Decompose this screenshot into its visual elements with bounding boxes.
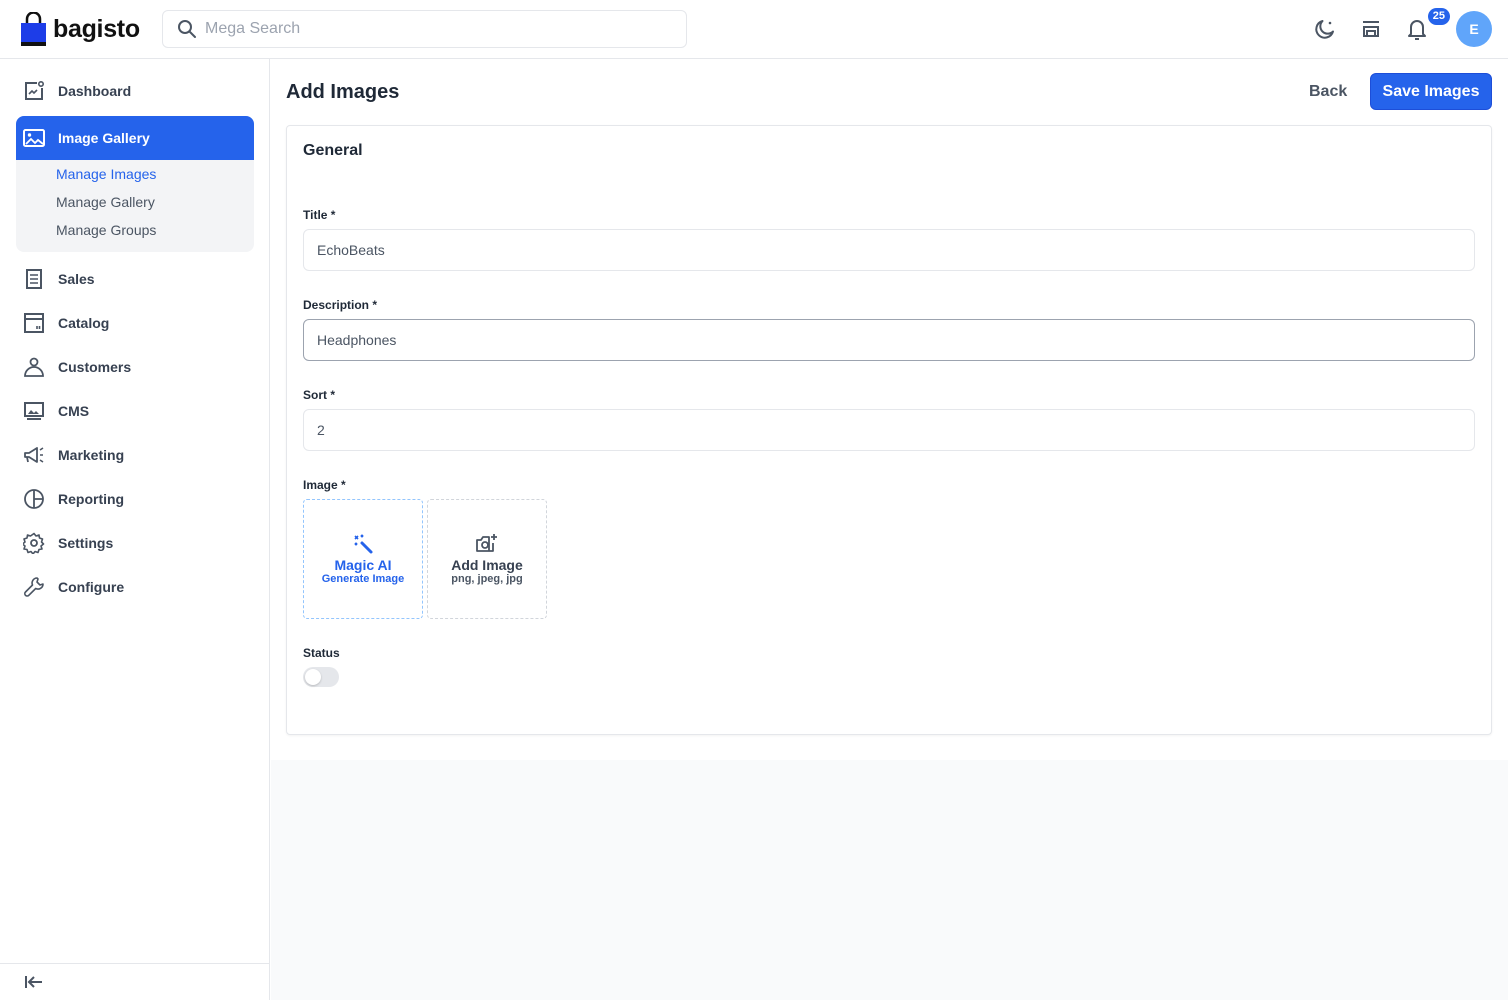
magic-ai-title: Magic AI xyxy=(334,557,392,573)
image-label: Image * xyxy=(303,478,346,492)
notifications-button[interactable]: 25 xyxy=(1404,8,1450,42)
title-label: Title * xyxy=(303,208,336,222)
sort-label: Sort * xyxy=(303,388,336,402)
section-title: General xyxy=(303,142,363,159)
notification-badge: 25 xyxy=(1427,8,1450,25)
sidebar-item-marketing[interactable]: Marketing xyxy=(16,435,254,475)
sales-icon xyxy=(22,267,46,291)
cms-icon xyxy=(22,399,46,423)
image-gallery-submenu: Manage Images Manage Gallery Manage Grou… xyxy=(16,160,254,252)
sidebar-item-dashboard[interactable]: Dashboard xyxy=(16,71,254,111)
sidebar-item-label: Dashboard xyxy=(58,83,132,99)
catalog-icon xyxy=(22,311,46,335)
moon-icon xyxy=(1315,20,1334,39)
bell-icon xyxy=(1408,20,1426,40)
mega-search[interactable] xyxy=(162,10,687,48)
chart-pie-icon xyxy=(22,487,46,511)
brand-logo[interactable]: bagisto xyxy=(20,12,140,46)
magic-ai-subtitle: Generate Image xyxy=(321,573,405,585)
sidebar-item-label: CMS xyxy=(58,403,90,419)
wrench-icon xyxy=(22,575,46,599)
storefront-button[interactable] xyxy=(1358,16,1384,42)
submenu-manage-images[interactable]: Manage Images xyxy=(16,166,254,194)
camera-plus-icon xyxy=(476,534,497,552)
title-input[interactable] xyxy=(303,229,1475,271)
sidebar: Dashboard Image Gallery Manage Images Ma… xyxy=(0,59,270,1000)
brand-name: bagisto xyxy=(53,14,140,43)
submenu-manage-groups[interactable]: Manage Groups xyxy=(16,222,254,250)
search-input[interactable] xyxy=(205,20,665,38)
sidebar-item-label: Reporting xyxy=(58,491,125,507)
sidebar-item-label: Configure xyxy=(58,579,125,595)
magic-ai-generate-button[interactable]: Magic AI Generate Image xyxy=(303,499,423,619)
add-image-button[interactable]: Add Image png, jpeg, jpg xyxy=(427,499,547,619)
sidebar-item-label: Image Gallery xyxy=(58,130,150,146)
add-image-title: Add Image xyxy=(451,557,523,573)
sidebar-item-label: Catalog xyxy=(58,315,110,331)
sidebar-item-sales[interactable]: Sales xyxy=(16,259,254,299)
bag-logo-icon xyxy=(21,12,46,46)
main-content: Add Images Back Save Images General Titl… xyxy=(271,59,1508,1000)
megaphone-icon xyxy=(22,443,46,467)
image-icon xyxy=(22,126,46,150)
collapse-sidebar-button[interactable] xyxy=(0,963,269,1000)
sidebar-item-label: Sales xyxy=(58,271,95,287)
submenu-manage-gallery[interactable]: Manage Gallery xyxy=(16,194,254,222)
user-avatar[interactable]: E xyxy=(1456,11,1492,47)
toggle-knob xyxy=(305,669,321,685)
customers-icon xyxy=(22,355,46,379)
sidebar-item-label: Marketing xyxy=(58,447,125,463)
description-input[interactable] xyxy=(303,319,1475,361)
sort-input[interactable] xyxy=(303,409,1475,451)
search-icon xyxy=(178,20,196,38)
add-image-formats: png, jpeg, jpg xyxy=(451,573,523,585)
storefront-icon xyxy=(1363,21,1379,37)
description-label: Description * xyxy=(303,298,378,312)
gear-icon xyxy=(22,531,46,555)
top-header: bagisto 25 E xyxy=(0,0,1508,59)
sidebar-item-label: Customers xyxy=(58,359,132,375)
save-images-button[interactable]: Save Images xyxy=(1370,73,1492,110)
sidebar-item-settings[interactable]: Settings xyxy=(16,523,254,563)
dashboard-icon xyxy=(22,79,46,103)
status-label: Status xyxy=(303,646,340,660)
magic-wand-icon xyxy=(354,534,373,554)
sidebar-item-configure[interactable]: Configure xyxy=(16,567,254,607)
sidebar-item-image-gallery[interactable]: Image Gallery xyxy=(16,116,254,160)
sidebar-item-catalog[interactable]: Catalog xyxy=(16,303,254,343)
sidebar-item-reporting[interactable]: Reporting xyxy=(16,479,254,519)
sidebar-item-customers[interactable]: Customers xyxy=(16,347,254,387)
dark-mode-toggle[interactable] xyxy=(1312,16,1338,42)
sidebar-item-cms[interactable]: CMS xyxy=(16,391,254,431)
general-card: General Title * Description * Sort * Ima… xyxy=(286,125,1492,735)
status-toggle[interactable] xyxy=(303,667,339,687)
collapse-left-icon xyxy=(25,976,42,988)
sidebar-item-label: Settings xyxy=(58,535,114,551)
back-button[interactable]: Back xyxy=(1309,83,1347,101)
page-title: Add Images xyxy=(286,81,400,103)
